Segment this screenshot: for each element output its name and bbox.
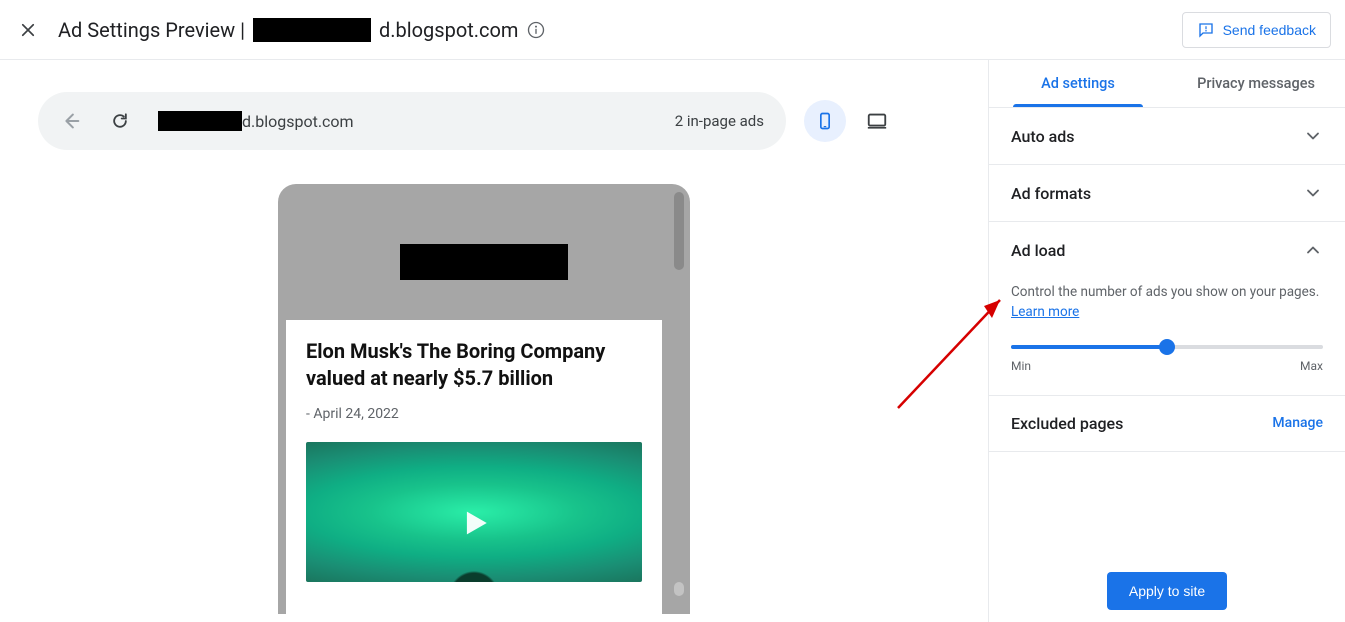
section-excluded-pages: Excluded pages Manage xyxy=(989,396,1345,452)
ad-count-text: 2 in-page ads xyxy=(675,112,764,130)
url-bar: d.blogspot.com 2 in-page ads xyxy=(38,92,786,150)
redacted-site-header xyxy=(400,244,568,280)
url-suffix: d.blogspot.com xyxy=(242,112,354,131)
send-feedback-button[interactable]: Send feedback xyxy=(1182,12,1331,48)
close-button[interactable] xyxy=(14,16,42,44)
top-bar: Ad Settings Preview | d.blogspot.com Sen… xyxy=(0,0,1345,60)
tab-ad-settings[interactable]: Ad settings xyxy=(989,60,1167,107)
tab-ad-settings-label: Ad settings xyxy=(1041,75,1115,92)
settings-panel: Ad settings Privacy messages Auto ads Ad… xyxy=(989,60,1345,622)
device-toggle xyxy=(804,100,898,142)
section-ad-formats-label: Ad formats xyxy=(1011,184,1091,203)
slider-fill xyxy=(1011,345,1167,349)
tab-privacy-messages[interactable]: Privacy messages xyxy=(1167,60,1345,107)
reload-button[interactable] xyxy=(110,111,130,131)
preview-scrollbar-bottom[interactable] xyxy=(674,582,684,596)
back-button[interactable] xyxy=(60,110,82,132)
reload-icon xyxy=(110,111,130,131)
ad-load-description: Control the number of ads you show on yo… xyxy=(1011,282,1323,323)
article-thumbnail[interactable] xyxy=(306,442,642,582)
settings-tabs: Ad settings Privacy messages xyxy=(989,60,1345,108)
section-auto-ads-label: Auto ads xyxy=(1011,127,1075,146)
desktop-icon xyxy=(865,110,889,132)
chevron-down-icon xyxy=(1303,183,1323,203)
slider-max-label: Max xyxy=(1300,359,1323,373)
section-ad-load[interactable]: Ad load xyxy=(989,222,1345,278)
top-bar-left: Ad Settings Preview | d.blogspot.com xyxy=(14,16,546,44)
play-icon xyxy=(457,506,491,540)
url-text[interactable]: d.blogspot.com xyxy=(158,111,647,131)
chevron-down-icon xyxy=(1303,126,1323,146)
article-card: Elon Musk's The Boring Company valued at… xyxy=(286,320,662,614)
article-date: - April 24, 2022 xyxy=(306,406,642,422)
info-icon[interactable] xyxy=(526,20,546,40)
article-title: Elon Musk's The Boring Company valued at… xyxy=(306,338,642,392)
learn-more-link[interactable]: Learn more xyxy=(1011,304,1079,320)
close-icon xyxy=(19,21,37,39)
preview-frame[interactable]: Elon Musk's The Boring Company valued at… xyxy=(278,184,690,614)
manage-link[interactable]: Manage xyxy=(1272,415,1323,431)
slider-track xyxy=(1011,345,1323,349)
slider-thumb[interactable] xyxy=(1159,339,1175,355)
arrow-left-icon xyxy=(60,110,82,132)
main-area: d.blogspot.com 2 in-page ads Elon Musk's… xyxy=(0,60,1345,622)
page-title: Ad Settings Preview | d.blogspot.com xyxy=(58,18,546,42)
device-mobile-button[interactable] xyxy=(804,100,846,142)
apply-label: Apply to site xyxy=(1129,583,1205,599)
excluded-pages-label: Excluded pages xyxy=(1011,414,1123,433)
section-ad-load-label: Ad load xyxy=(1011,241,1065,260)
tab-privacy-label: Privacy messages xyxy=(1197,75,1315,92)
preview-area: d.blogspot.com 2 in-page ads Elon Musk's… xyxy=(0,60,989,622)
feedback-icon xyxy=(1197,21,1215,39)
section-ad-load-body: Control the number of ads you show on yo… xyxy=(989,278,1345,396)
section-auto-ads[interactable]: Auto ads xyxy=(989,108,1345,165)
ad-load-slider[interactable]: Min Max xyxy=(1011,345,1323,373)
section-ad-formats[interactable]: Ad formats xyxy=(989,165,1345,222)
title-prefix: Ad Settings Preview | xyxy=(58,18,245,42)
url-row: d.blogspot.com 2 in-page ads xyxy=(0,92,988,150)
chevron-up-icon xyxy=(1303,240,1323,260)
title-suffix: d.blogspot.com xyxy=(379,18,518,42)
mobile-icon xyxy=(815,109,835,133)
apply-to-site-button[interactable]: Apply to site xyxy=(1107,572,1227,610)
preview-scrollbar[interactable] xyxy=(674,192,684,270)
ad-load-desc-text: Control the number of ads you show on yo… xyxy=(1011,284,1319,300)
redacted-domain-block xyxy=(253,18,371,42)
device-desktop-button[interactable] xyxy=(856,100,898,142)
redacted-url-block xyxy=(158,111,242,131)
slider-labels: Min Max xyxy=(1011,359,1323,373)
slider-min-label: Min xyxy=(1011,359,1031,373)
send-feedback-label: Send feedback xyxy=(1223,22,1316,38)
apply-footer: Apply to site xyxy=(989,560,1345,622)
